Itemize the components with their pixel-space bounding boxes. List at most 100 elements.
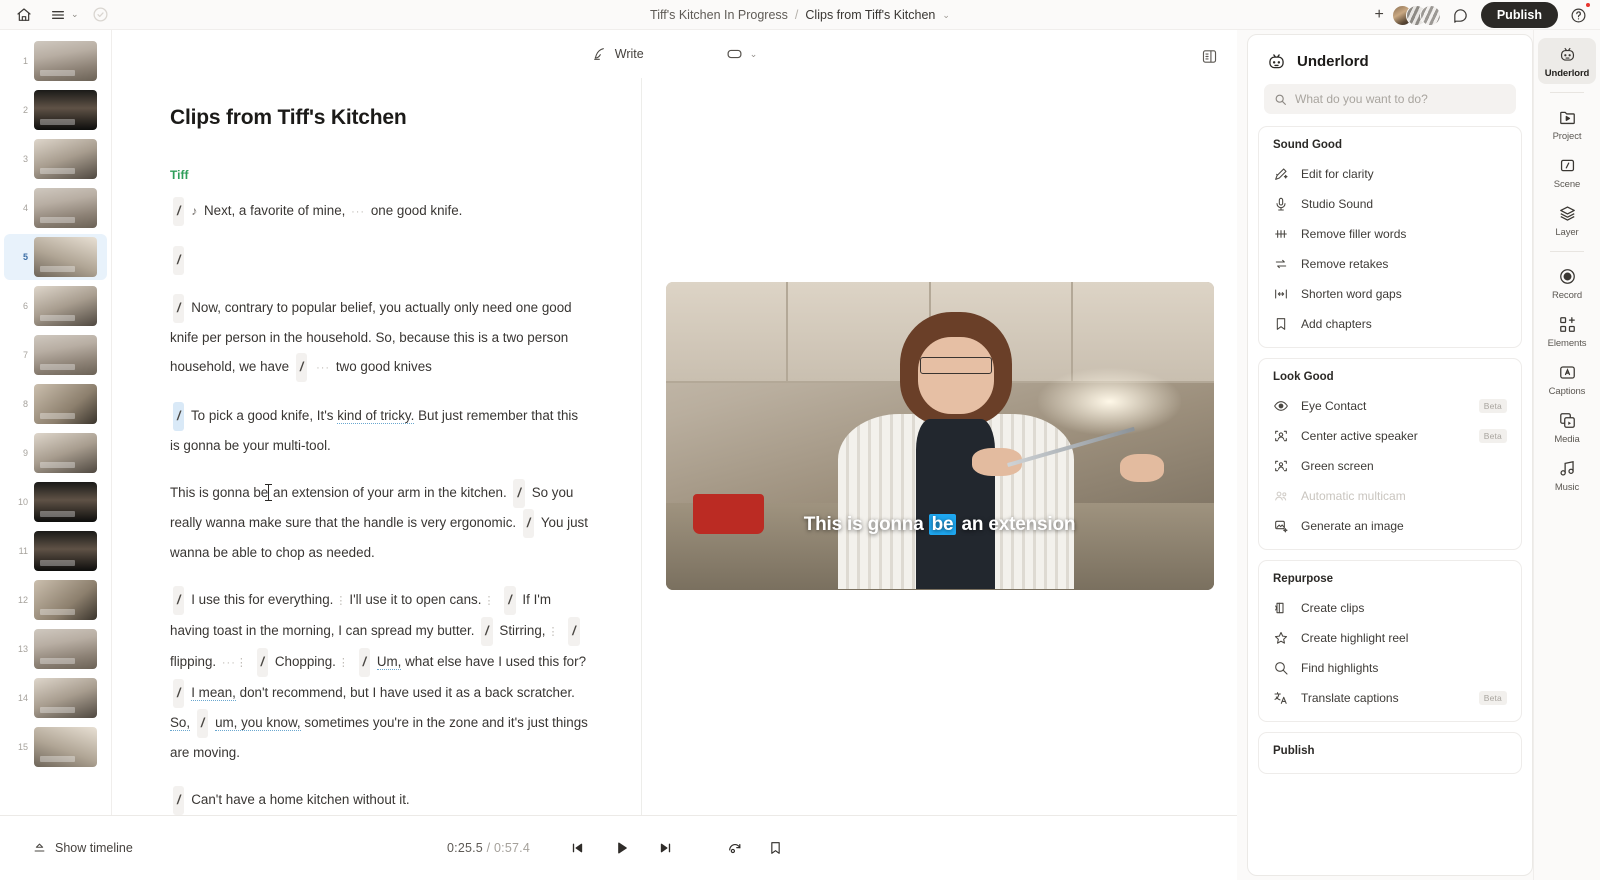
scene-thumbnail-image[interactable] (34, 531, 97, 571)
clip-marker[interactable]: / (568, 617, 580, 646)
caption-chevron-down-icon[interactable]: ⌄ (750, 49, 758, 60)
transcript-paragraph[interactable]: / (170, 245, 588, 275)
add-collaborator-button[interactable]: + (1375, 7, 1384, 23)
clip-marker[interactable]: / (173, 786, 185, 815)
panel-layout-icon[interactable] (1197, 44, 1221, 68)
transcript-editor[interactable]: Clips from Tiff's Kitchen Tiff / ♪ Next,… (112, 78, 642, 815)
breadcrumb-project[interactable]: Tiff's Kitchen In Progress (650, 8, 788, 22)
transcript-text[interactable]: Chopping. (275, 654, 336, 669)
breadcrumb-chevron-down-icon[interactable]: ⌄ (942, 10, 950, 21)
underlord-action-remove-filler-words[interactable]: Remove filler words (1259, 219, 1521, 249)
play-icon[interactable] (606, 833, 636, 863)
caption-style-selector[interactable]: ⌄ (718, 43, 766, 65)
rail-item-project[interactable]: Project (1538, 101, 1596, 147)
underlord-action-find-highlights[interactable]: Find highlights (1259, 653, 1521, 683)
clip-marker[interactable]: / (358, 648, 371, 677)
write-mode-button[interactable]: Write (584, 42, 652, 66)
filler-word[interactable]: So, (170, 715, 191, 731)
breadcrumb-document[interactable]: Clips from Tiff's Kitchen (805, 8, 935, 22)
transcript-text[interactable]: To pick a good knife, It's (191, 408, 334, 423)
skip-back-icon[interactable] (562, 833, 592, 863)
transcript-text[interactable]: two good knives (336, 359, 432, 374)
underlord-action-green-screen[interactable]: Green screen (1259, 451, 1521, 481)
scene-thumbnail-7[interactable]: 7 (4, 332, 107, 378)
clip-marker[interactable]: / (173, 246, 185, 275)
clip-marker[interactable]: / (173, 294, 185, 323)
scene-thumbnail-image[interactable] (34, 286, 97, 326)
rail-item-captions[interactable]: Captions (1538, 356, 1596, 402)
clip-marker[interactable]: / (196, 709, 209, 738)
scene-thumbnail-image[interactable] (34, 433, 97, 473)
scene-thumbnail-image[interactable] (34, 41, 97, 81)
scene-thumbnail-11[interactable]: 11 (4, 528, 107, 574)
clip-marker[interactable]: / (173, 586, 185, 615)
transcript-text[interactable]: Stirring, (499, 623, 545, 638)
clip-marker[interactable]: / (173, 679, 185, 708)
pause-marker[interactable]: ··· (349, 198, 367, 227)
scene-thumbnail-1[interactable]: 1 (4, 38, 107, 84)
hamburger-menu-icon[interactable] (46, 3, 70, 27)
avatar[interactable] (1419, 4, 1441, 26)
scene-thumbnail-14[interactable]: 14 (4, 675, 107, 721)
search-input[interactable] (1295, 92, 1506, 106)
underlord-action-eye-contact[interactable]: Eye Contact Beta (1259, 391, 1521, 421)
filler-word[interactable]: um, you know, (215, 715, 301, 731)
scene-thumbnail-4[interactable]: 4 (4, 185, 107, 231)
page-title[interactable]: Clips from Tiff's Kitchen (170, 106, 641, 130)
transcript-text[interactable]: Next, a favorite of mine, (204, 203, 345, 218)
scene-thumbnail-image[interactable] (34, 678, 97, 718)
pause-marker[interactable]: ⋮ (481, 587, 497, 616)
menu-chevron-down-icon[interactable]: ⌄ (71, 9, 79, 20)
rail-item-music[interactable]: Music (1538, 452, 1596, 498)
underlord-action-edit-for-clarity[interactable]: Edit for clarity (1259, 159, 1521, 189)
rail-item-scene[interactable]: Scene (1538, 149, 1596, 195)
underlord-action-create-clips[interactable]: Create clips (1259, 593, 1521, 623)
filler-word[interactable]: I mean, (191, 685, 236, 701)
pause-marker[interactable]: ⋮ (546, 618, 562, 647)
help-circle-icon[interactable] (1566, 2, 1591, 27)
underlord-action-create-highlight-reel[interactable]: Create highlight reel (1259, 623, 1521, 653)
underlord-action-add-chapters[interactable]: Add chapters (1259, 309, 1521, 339)
transcript-text[interactable]: an extension of your arm in the kitchen. (273, 485, 507, 500)
home-icon[interactable] (12, 3, 36, 27)
scene-thumbnail-3[interactable]: 3 (4, 136, 107, 182)
rail-item-elements[interactable]: Elements (1538, 308, 1596, 354)
scene-thumbnail-15[interactable]: 15 (4, 724, 107, 770)
transcript-text[interactable]: flipping. (170, 654, 216, 669)
scene-thumbnail-image[interactable] (34, 139, 97, 179)
menu-group[interactable]: ⌄ (46, 3, 79, 27)
clip-marker[interactable]: / (513, 479, 525, 508)
transcript-text[interactable]: This is gonna be (170, 485, 268, 500)
show-timeline-button[interactable]: Show timeline (32, 841, 133, 856)
publish-button[interactable]: Publish (1480, 2, 1558, 28)
scene-thumbnail-9[interactable]: 9 (4, 430, 107, 476)
clip-marker[interactable]: / (481, 617, 493, 646)
transcript-text[interactable]: Can't have a home kitchen without it. (191, 792, 409, 807)
transcript-paragraph[interactable]: This is gonna be an extension of your ar… (170, 478, 588, 567)
scene-thumbnail-image[interactable] (34, 384, 97, 424)
scene-thumbnail-8[interactable]: 8 (4, 381, 107, 427)
transcript-paragraph[interactable]: / To pick a good knife, It's kind of tri… (170, 401, 588, 460)
scene-thumbnail-image[interactable] (34, 188, 97, 228)
underlord-action-center-active-speaker[interactable]: Center active speaker Beta (1259, 421, 1521, 451)
clip-marker[interactable]: / (173, 197, 185, 226)
underlord-action-translate-captions[interactable]: Translate captions Beta (1259, 683, 1521, 713)
transcript-text[interactable]: I use this for everything. (191, 592, 333, 607)
underlord-action-generate-an-image[interactable]: Generate an image (1259, 511, 1521, 541)
scene-thumbnail-13[interactable]: 13 (4, 626, 107, 672)
clip-marker[interactable]: / (295, 353, 308, 382)
scene-thumbnail-image[interactable] (34, 482, 97, 522)
clip-marker[interactable]: / (256, 648, 269, 677)
underlord-search[interactable] (1264, 84, 1516, 114)
underlord-action-shorten-word-gaps[interactable]: Shorten word gaps (1259, 279, 1521, 309)
transcript-paragraph[interactable]: / I use this for everything. ⋮ I'll use it… (170, 585, 588, 767)
bookmark-icon[interactable] (760, 833, 790, 863)
scene-thumbnail-rail[interactable]: 1 2 3 4 5 6 7 8 9 10 11 12 13 14 15 (0, 30, 112, 815)
rail-item-record[interactable]: Record (1538, 260, 1596, 306)
clip-marker[interactable]: / (504, 586, 516, 615)
clip-marker[interactable]: / (173, 402, 185, 431)
scene-thumbnail-12[interactable]: 12 (4, 577, 107, 623)
scene-thumbnail-2[interactable]: 2 (4, 87, 107, 133)
scene-thumbnail-image[interactable] (34, 629, 97, 669)
clip-marker[interactable]: / (522, 509, 535, 538)
